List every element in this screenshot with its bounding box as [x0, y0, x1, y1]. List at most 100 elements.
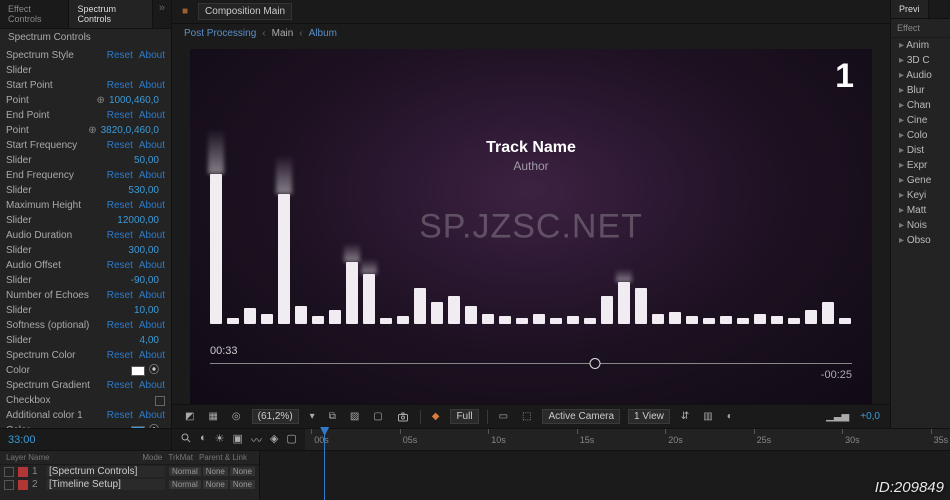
layer-mode-dropdown[interactable]: None [203, 480, 228, 489]
ec-tab-effect-controls[interactable]: Effect Controls [0, 0, 69, 28]
ec-tab-close[interactable]: » [153, 0, 171, 28]
reset-link[interactable]: Reset [107, 169, 133, 182]
layer-mode-dropdown[interactable]: None [203, 467, 228, 476]
frame-blend-icon[interactable]: ▣ [233, 432, 243, 448]
reset-link[interactable]: Reset [107, 229, 133, 242]
layer-name[interactable]: [Spectrum Controls] [46, 466, 165, 477]
about-link[interactable]: About [139, 49, 165, 62]
ruler-tick[interactable]: 25s [754, 429, 772, 450]
slider-knob[interactable] [590, 358, 601, 369]
eyedropper-icon[interactable]: ⦿ [149, 366, 159, 376]
ruler-tick[interactable]: 05s [400, 429, 418, 450]
ruler-tick[interactable]: 30s [842, 429, 860, 450]
graph-editor-icon[interactable]: 〰 [251, 432, 262, 448]
transparency-grid-icon[interactable]: ▨ [347, 410, 362, 423]
ruler-tick[interactable]: 10s [488, 429, 506, 450]
checkbox[interactable] [155, 396, 165, 406]
property-value[interactable]: 300,00 [128, 244, 159, 257]
motion-blur-icon[interactable]: ☀ [215, 432, 225, 448]
reset-link[interactable]: Reset [107, 289, 133, 302]
about-link[interactable]: About [139, 379, 165, 392]
property-value[interactable]: 50,00 [134, 154, 159, 167]
effect-category-item[interactable]: Dist [891, 143, 950, 158]
about-link[interactable]: About [139, 109, 165, 122]
effect-category-item[interactable]: 3D C [891, 53, 950, 68]
layer-color-swatch[interactable] [18, 480, 28, 490]
slider-track[interactable] [210, 363, 852, 364]
effect-category-item[interactable]: Audio [891, 68, 950, 83]
composition-viewer[interactable]: 1 Track Name Author SP.JZSC.NET 00:33 -0… [190, 49, 872, 404]
reset-link[interactable]: Reset [107, 199, 133, 212]
breadcrumb-item[interactable]: Post Processing [184, 28, 256, 39]
playhead[interactable] [324, 429, 325, 500]
ruler-tick[interactable]: 20s [665, 429, 683, 450]
property-value[interactable]: 1000,460,0 [109, 94, 159, 107]
snapshot-icon[interactable] [394, 410, 412, 424]
reset-link[interactable]: Reset [107, 379, 133, 392]
render-q-icon[interactable]: ▢ [286, 432, 296, 448]
about-link[interactable]: About [139, 319, 165, 332]
property-value[interactable]: 10,00 [134, 304, 159, 317]
tag-icon[interactable]: ◈ [270, 432, 278, 448]
visibility-toggle[interactable] [4, 480, 14, 490]
about-link[interactable]: About [139, 349, 165, 362]
reset-link[interactable]: Reset [107, 409, 133, 422]
about-link[interactable]: About [139, 409, 165, 422]
about-link[interactable]: About [139, 139, 165, 152]
reset-link[interactable]: Reset [107, 259, 133, 272]
breadcrumb-item[interactable]: Album [309, 28, 337, 39]
layer-name[interactable]: [Timeline Setup] [46, 479, 165, 490]
effect-category-item[interactable]: Expr [891, 158, 950, 173]
property-value[interactable]: 3820,0,460,0 [101, 124, 159, 137]
effect-category-item[interactable]: Blur [891, 83, 950, 98]
search-icon[interactable] [180, 432, 192, 448]
channels-icon[interactable]: ⧉ [326, 410, 339, 423]
effect-category-item[interactable]: Nois [891, 218, 950, 233]
layer-mode-dropdown[interactable]: Normal [169, 480, 201, 489]
effect-category-item[interactable]: Anim [891, 38, 950, 53]
pixel-aspect-icon[interactable]: ▥ [700, 410, 715, 423]
reset-link[interactable]: Reset [107, 109, 133, 122]
effect-category-item[interactable]: Matt [891, 203, 950, 218]
point-target-icon[interactable]: ⊕ [97, 94, 105, 107]
about-link[interactable]: About [139, 229, 165, 242]
alpha-toggle-icon[interactable]: ◩ [182, 410, 197, 423]
ec-tab-spectrum-controls[interactable]: Spectrum Controls [69, 0, 152, 28]
histogram-icon[interactable]: ▁▃▅ [823, 410, 852, 423]
time-ruler[interactable]: 00s05s10s15s20s25s30s35s [305, 429, 950, 450]
about-link[interactable]: About [139, 199, 165, 212]
effect-category-item[interactable]: Keyi [891, 188, 950, 203]
effect-category-item[interactable]: Chan [891, 98, 950, 113]
visibility-toggle[interactable] [4, 467, 14, 477]
draft3d-icon[interactable]: ⬚ [519, 410, 534, 423]
reset-link[interactable]: Reset [107, 319, 133, 332]
about-link[interactable]: About [139, 169, 165, 182]
property-value[interactable]: 530,00 [128, 184, 159, 197]
about-link[interactable]: About [139, 289, 165, 302]
layer-mode-dropdown[interactable]: None [230, 467, 255, 476]
zoom-dropdown[interactable]: (61,2%) [252, 409, 299, 424]
exposure-value[interactable]: +0,0 [860, 411, 880, 422]
shy-icon[interactable]: ◐ [200, 432, 207, 448]
color-swatch[interactable] [131, 366, 145, 376]
roi-icon[interactable]: ▢ [370, 410, 385, 423]
timeline-tracks[interactable]: ID:209849 [260, 451, 950, 500]
adjust-exposure-icon[interactable]: ◐ [724, 410, 736, 423]
about-link[interactable]: About [139, 79, 165, 92]
current-timecode[interactable]: 33:00 [8, 434, 36, 446]
point-target-icon[interactable]: ⊕ [88, 124, 96, 137]
views-dropdown[interactable]: 1 View [628, 409, 670, 424]
effect-category-item[interactable]: Colo [891, 128, 950, 143]
effect-category-item[interactable]: Obso [891, 233, 950, 248]
layer-row[interactable]: 2[Timeline Setup]NormalNoneNone [0, 478, 259, 491]
effect-category-item[interactable]: Cine [891, 113, 950, 128]
resolution-dropdown[interactable]: Full [450, 409, 478, 424]
fast-preview-icon[interactable]: ▭ [496, 410, 511, 423]
playback-slider[interactable]: 00:33 -00:25 [210, 363, 852, 364]
ruler-tick[interactable]: 15s [577, 429, 595, 450]
comp-tab[interactable]: Composition Main [198, 3, 292, 20]
layer-color-swatch[interactable] [18, 467, 28, 477]
ruler-tick[interactable]: 35s [931, 429, 949, 450]
mask-icon[interactable]: ◎ [229, 410, 244, 423]
reset-link[interactable]: Reset [107, 139, 133, 152]
